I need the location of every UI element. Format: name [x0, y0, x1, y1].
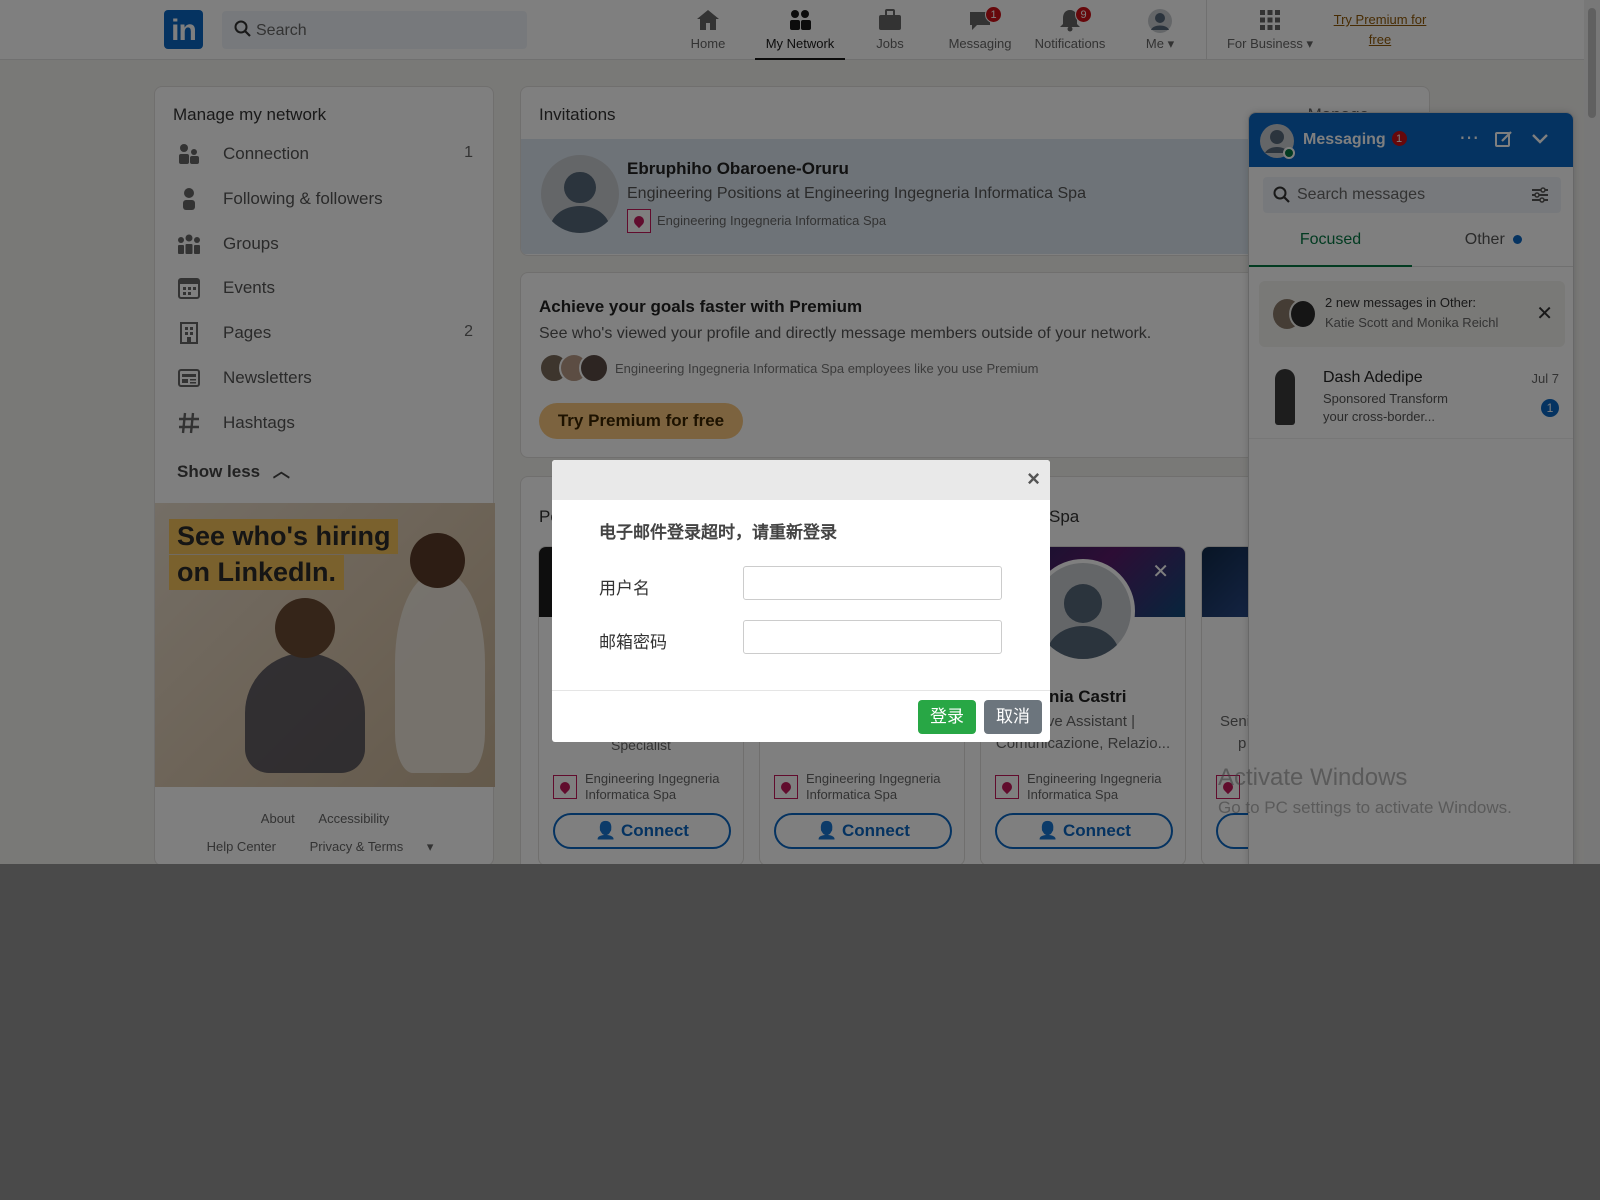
password-label: 邮箱密码 — [599, 633, 667, 652]
login-button[interactable]: 登录 — [918, 700, 976, 734]
linkedin-page: in Search Home My Network Jobs 1 Messagi… — [0, 0, 1600, 864]
cancel-button[interactable]: 取消 — [984, 700, 1042, 734]
dialog-header: × — [552, 460, 1050, 500]
password-field[interactable] — [743, 620, 1002, 654]
username-field[interactable] — [743, 566, 1002, 600]
username-label: 用户名 — [599, 579, 650, 598]
dialog-message: 电子邮件登录超时，请重新登录 — [599, 523, 837, 542]
close-icon[interactable]: × — [1027, 468, 1040, 490]
login-timeout-dialog: × 电子邮件登录超时，请重新登录 用户名 邮箱密码 登录 取消 — [552, 460, 1050, 742]
dialog-divider — [552, 690, 1050, 691]
